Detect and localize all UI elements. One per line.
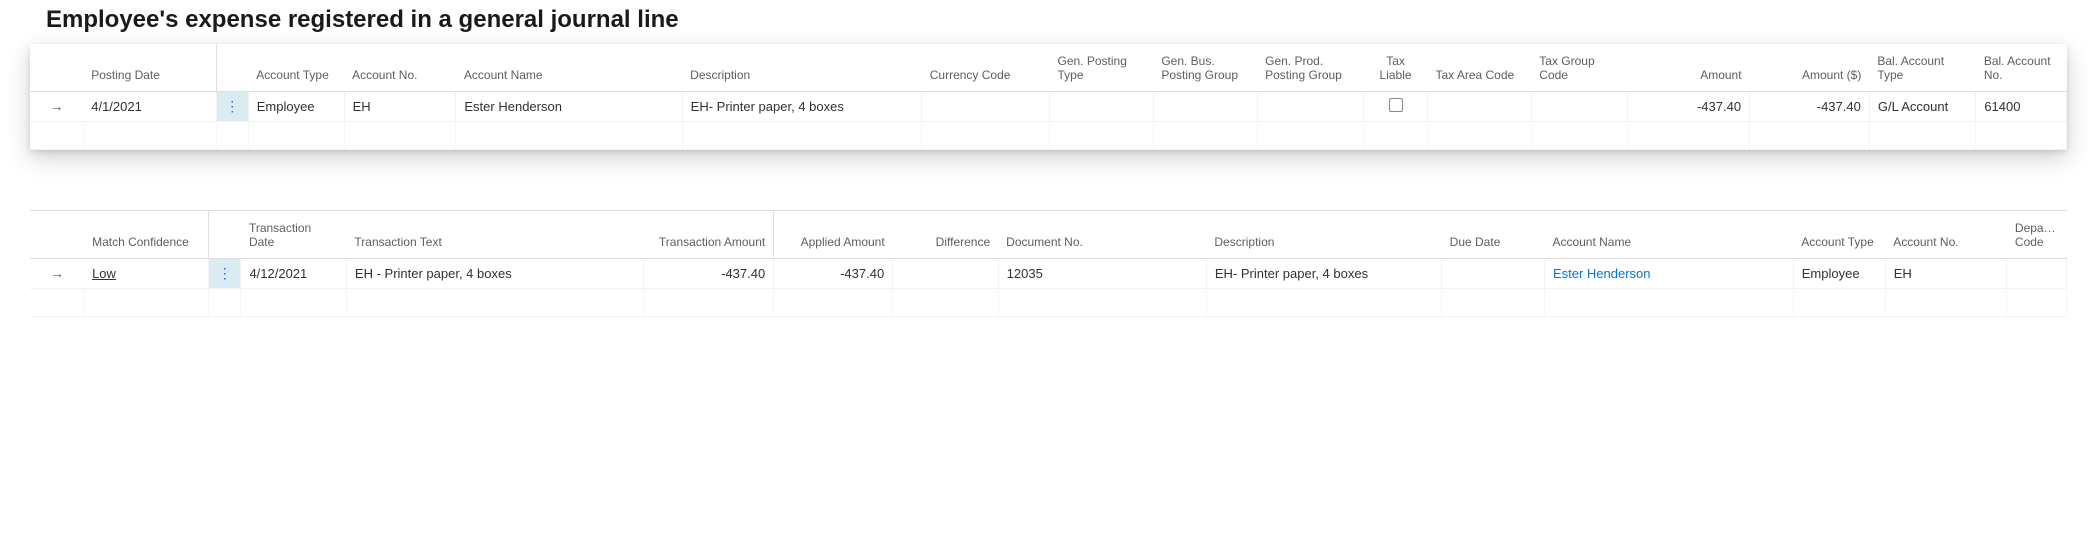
col-posting-date[interactable]: Posting Date <box>83 44 216 91</box>
cell-account-type[interactable]: Employee <box>248 91 344 121</box>
general-journal-panel: Posting Date Account Type Account No. Ac… <box>30 44 2067 150</box>
cell-posting-date[interactable]: 4/1/2021 <box>83 91 216 121</box>
cell-amount[interactable]: -437.40 <box>1627 91 1749 121</box>
payment-reconciliation-panel: Match Confidence Transaction Date Transa… <box>30 210 2067 317</box>
cell-gen-prod-posting[interactable] <box>1257 91 1363 121</box>
col-bal-account-no[interactable]: Bal. Account No. <box>1976 44 2067 91</box>
col-gen-posting-type[interactable]: Gen. Posting Type <box>1050 44 1154 91</box>
col-account-no[interactable]: Account No. <box>1885 211 2007 258</box>
cell-bal-account-no[interactable]: 61400 <box>1976 91 2067 121</box>
col-gen-prod-posting[interactable]: Gen. Prod. Posting Group <box>1257 44 1363 91</box>
cell-applied-amount[interactable]: -437.40 <box>774 258 893 288</box>
cell-document-no[interactable]: 12035 <box>998 258 1206 288</box>
col-amount-usd[interactable]: Amount ($) <box>1750 44 1870 91</box>
cell-amount-usd[interactable]: -437.40 <box>1750 91 1870 121</box>
col-amount[interactable]: Amount <box>1627 44 1749 91</box>
cell-match-confidence[interactable]: Low <box>84 258 208 288</box>
row-selector-arrow-icon[interactable]: → <box>30 91 83 121</box>
col-gen-bus-posting[interactable]: Gen. Bus. Posting Group <box>1153 44 1257 91</box>
col-transaction-text[interactable]: Transaction Text <box>346 211 643 258</box>
cell-transaction-amount[interactable]: -437.40 <box>644 258 774 288</box>
empty-row[interactable] <box>30 288 2067 316</box>
cell-description[interactable]: EH- Printer paper, 4 boxes <box>682 91 922 121</box>
table-header-row: Match Confidence Transaction Date Transa… <box>30 211 2067 258</box>
col-currency-code[interactable]: Currency Code <box>922 44 1050 91</box>
journal-line-row[interactable]: → 4/1/2021 ⋮ Employee EH Ester Henderson… <box>30 91 2067 121</box>
general-journal-table: Posting Date Account Type Account No. Ac… <box>30 44 2067 150</box>
reconciliation-row[interactable]: → Low ⋮ 4/12/2021 EH - Printer paper, 4 … <box>30 258 2067 288</box>
row-actions-icon[interactable]: ⋮ <box>208 258 240 288</box>
col-tax-liable[interactable]: Tax Liable <box>1364 44 1428 91</box>
checkbox-icon[interactable] <box>1389 98 1403 112</box>
col-selector <box>30 44 83 91</box>
col-due-date[interactable]: Due Date <box>1442 211 1545 258</box>
col-description[interactable]: Description <box>1206 211 1441 258</box>
empty-row[interactable] <box>30 121 2067 149</box>
payment-reconciliation-table: Match Confidence Transaction Date Transa… <box>30 211 2067 317</box>
col-account-name[interactable]: Account Name <box>456 44 682 91</box>
cell-account-name[interactable]: Ester Henderson <box>1544 258 1793 288</box>
cell-depa-code[interactable] <box>2007 258 2067 288</box>
cell-account-no[interactable]: EH <box>1885 258 2007 288</box>
col-description[interactable]: Description <box>682 44 922 91</box>
col-menu <box>208 211 240 258</box>
col-transaction-date[interactable]: Transaction Date <box>241 211 346 258</box>
row-selector-arrow-icon[interactable]: → <box>30 258 84 288</box>
cell-tax-liable[interactable] <box>1364 91 1428 121</box>
cell-account-name[interactable]: Ester Henderson <box>456 91 682 121</box>
cell-transaction-text[interactable]: EH - Printer paper, 4 boxes <box>346 258 643 288</box>
cell-account-type[interactable]: Employee <box>1793 258 1885 288</box>
section-heading: Employee's expense registered in a gener… <box>0 0 2097 44</box>
cell-tax-area-code[interactable] <box>1427 91 1531 121</box>
cell-gen-posting-type[interactable] <box>1050 91 1154 121</box>
cell-bal-account-type[interactable]: G/L Account <box>1869 91 1975 121</box>
col-difference[interactable]: Difference <box>893 211 998 258</box>
col-tax-group-code[interactable]: Tax Group Code <box>1531 44 1627 91</box>
cell-tax-group-code[interactable] <box>1531 91 1627 121</box>
cell-description[interactable]: EH- Printer paper, 4 boxes <box>1206 258 1441 288</box>
col-account-type[interactable]: Account Type <box>248 44 344 91</box>
col-match-confidence[interactable]: Match Confidence <box>84 211 208 258</box>
cell-due-date[interactable] <box>1442 258 1545 288</box>
col-selector <box>30 211 84 258</box>
col-menu <box>216 44 248 91</box>
cell-gen-bus-posting[interactable] <box>1153 91 1257 121</box>
col-bal-account-type[interactable]: Bal. Account Type <box>1869 44 1975 91</box>
cell-transaction-date[interactable]: 4/12/2021 <box>241 258 346 288</box>
cell-account-no[interactable]: EH <box>344 91 456 121</box>
col-applied-amount[interactable]: Applied Amount <box>774 211 893 258</box>
col-account-type[interactable]: Account Type <box>1793 211 1885 258</box>
col-transaction-amount[interactable]: Transaction Amount <box>644 211 774 258</box>
col-tax-area-code[interactable]: Tax Area Code <box>1427 44 1531 91</box>
cell-difference[interactable] <box>893 258 998 288</box>
col-account-no[interactable]: Account No. <box>344 44 456 91</box>
col-document-no[interactable]: Document No. <box>998 211 1206 258</box>
col-depa-code[interactable]: Depa… Code <box>2007 211 2067 258</box>
row-actions-icon[interactable]: ⋮ <box>216 91 248 121</box>
col-account-name[interactable]: Account Name <box>1544 211 1793 258</box>
cell-currency-code[interactable] <box>922 91 1050 121</box>
table-header-row: Posting Date Account Type Account No. Ac… <box>30 44 2067 91</box>
